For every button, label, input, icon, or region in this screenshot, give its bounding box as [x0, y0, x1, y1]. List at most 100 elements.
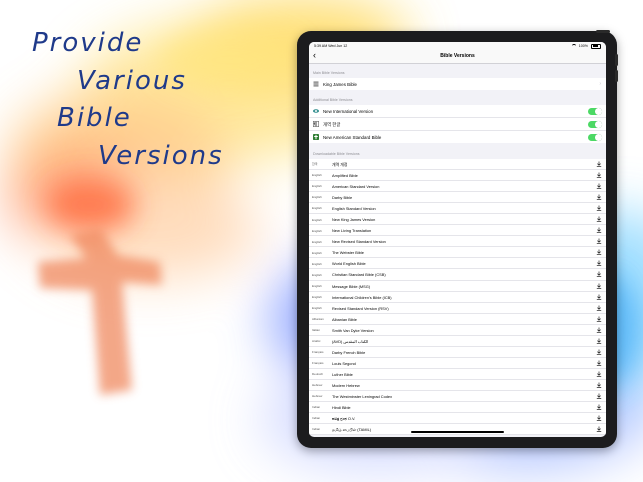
download-icon[interactable]	[596, 183, 602, 190]
chevron-right-icon: ›	[599, 80, 601, 87]
version-name: Christian Standard Bible (CSB)	[332, 272, 386, 278]
downloadable-version-row[interactable]: English New King James Version	[309, 214, 606, 226]
additional-version-row[interactable]: 개역 한글	[309, 118, 606, 131]
version-name: English Standard Version	[332, 206, 376, 212]
home-indicator[interactable]	[411, 431, 504, 433]
version-language: English	[312, 239, 322, 244]
version-language: Indian	[312, 416, 321, 421]
version-language: English	[312, 217, 322, 222]
additional-version-row[interactable]: New International Version	[309, 105, 606, 118]
version-language: Français	[312, 361, 324, 366]
download-icon[interactable]	[596, 338, 602, 345]
version-language: English	[312, 261, 322, 266]
version-name: Luther Bible	[332, 371, 353, 377]
downloadable-version-row[interactable]: English American Standard Version	[309, 181, 606, 193]
downloadable-version-row[interactable]: Indian Hindi Bible	[309, 402, 606, 414]
version-language: Hebrew	[312, 383, 323, 388]
download-icon[interactable]	[596, 393, 602, 400]
main-version-label: King James Bible	[323, 81, 357, 87]
niv-logo-icon	[313, 109, 319, 113]
main-section-header: Main Bible Versions	[313, 71, 345, 75]
additional-version-row[interactable]: New American Standard Bible	[309, 131, 606, 143]
version-name: (AVD) الكتاب المقدس	[332, 338, 369, 344]
downloadable-version-row[interactable]: Deutsch Luther Bible	[309, 369, 606, 380]
version-name: Darby French Bible	[332, 349, 366, 355]
download-icon[interactable]	[596, 216, 602, 223]
version-toggle[interactable]	[588, 120, 602, 128]
downloadable-version-row[interactable]: English Revised Standard Version (RSV)	[309, 303, 606, 314]
download-icon[interactable]	[596, 260, 602, 267]
version-language: Français	[312, 350, 324, 355]
cross-book-icon	[313, 121, 319, 127]
battery-percent: 100%	[578, 44, 588, 49]
downloadable-version-row[interactable]: English English Standard Version	[309, 203, 606, 215]
downloadable-version-row[interactable]: Français Darby French Bible	[309, 347, 606, 358]
ipad-volume-up-button	[615, 54, 618, 66]
downloadable-version-row[interactable]: 한국 개역 개정	[309, 159, 606, 171]
download-icon[interactable]	[596, 415, 602, 422]
download-icon[interactable]	[596, 316, 602, 323]
download-icon[interactable]	[596, 227, 602, 234]
download-icon[interactable]	[596, 371, 602, 378]
additional-version-label: New International Version	[323, 108, 374, 114]
version-toggle[interactable]	[588, 107, 602, 115]
version-name: New Living Translation	[332, 228, 372, 234]
download-icon[interactable]	[596, 305, 602, 312]
downloadable-version-row[interactable]: English Amplified Bible	[309, 170, 606, 182]
download-icon[interactable]	[596, 426, 602, 433]
download-icon[interactable]	[596, 161, 602, 168]
downloadable-version-row[interactable]: English The Webster Bible	[309, 247, 606, 259]
downloadable-version-row[interactable]: Hebrew Modern Hebrew	[309, 380, 606, 391]
downloadable-version-row[interactable]: English New Living Translation	[309, 225, 606, 237]
downloadable-version-row[interactable]: English New Revised Standard Version	[309, 236, 606, 248]
download-icon[interactable]	[596, 349, 602, 356]
version-name: World English Bible	[332, 261, 366, 267]
version-toggle[interactable]	[588, 133, 602, 141]
downloadable-list: 한국 개역 개정 English Amplified Bible English Amer…	[309, 159, 606, 436]
main-version-row[interactable]: King James Bible ›	[309, 78, 606, 90]
downloadable-version-row[interactable]: Indian தமிழ் பைபிள் (TAMIL)	[309, 424, 606, 436]
status-bar: 5:39 AM Wed Jun 12 100%	[309, 42, 606, 49]
downloadable-version-row[interactable]: English Darby Bible	[309, 192, 606, 204]
downloadable-version-row[interactable]: English World English Bible	[309, 258, 606, 270]
downloadable-version-row[interactable]: English Christian Standard Bible (CSB)	[309, 269, 606, 281]
wifi-icon	[571, 44, 576, 48]
download-icon[interactable]	[596, 283, 602, 290]
download-icon[interactable]	[596, 382, 602, 389]
downloadable-version-row[interactable]: Italian Smith Van Dyke Version	[309, 325, 606, 336]
version-name: American Standard Version	[332, 184, 380, 190]
download-icon[interactable]	[596, 249, 602, 256]
version-name: தமிழ் பைபிள் (TAMIL)	[332, 427, 372, 433]
version-language: English	[312, 283, 322, 288]
download-icon[interactable]	[596, 238, 602, 245]
downloadable-version-row[interactable]: English Message Bible (MSG)	[309, 281, 606, 292]
download-icon[interactable]	[596, 327, 602, 334]
tagline-line-4: Versions	[98, 141, 224, 171]
version-name: The Westminster Leningrad Codex	[332, 393, 393, 399]
version-language: Hebrew	[312, 394, 323, 399]
download-icon[interactable]	[596, 271, 602, 278]
download-icon[interactable]	[596, 360, 602, 367]
download-icon[interactable]	[596, 194, 602, 201]
downloadable-version-row[interactable]: English International Children's Bible (I…	[309, 292, 606, 303]
download-icon[interactable]	[596, 172, 602, 179]
downloadable-version-row[interactable]: Indian ಪವಿತ್ರ ಗ್ರಂಥ O.V.	[309, 413, 606, 425]
downloadable-version-row[interactable]: Arabic (AVD) الكتاب المقدس	[309, 336, 606, 347]
download-icon[interactable]	[596, 205, 602, 212]
version-language: Italian	[312, 328, 321, 332]
nasb-cross-icon	[313, 134, 319, 140]
version-language: Arabic	[312, 339, 321, 344]
download-icon[interactable]	[596, 294, 602, 301]
version-language: English	[312, 272, 322, 277]
version-name: 개역 개정	[332, 162, 348, 167]
version-language: English	[312, 195, 322, 200]
tagline-line-3: Bible	[57, 103, 132, 133]
downloadable-version-row[interactable]: Albanian Albanian Bible	[309, 314, 606, 325]
version-name: International Children's Bible (ICB)	[332, 294, 392, 300]
downloadable-version-row[interactable]: Hebrew The Westminster Leningrad Codex	[309, 391, 606, 403]
version-name: Modern Hebrew	[332, 382, 360, 388]
version-name: Smith Van Dyke Version	[332, 327, 374, 333]
version-language: Indian	[312, 427, 321, 432]
download-icon[interactable]	[596, 404, 602, 411]
downloadable-version-row[interactable]: Français Louis Segond	[309, 358, 606, 369]
